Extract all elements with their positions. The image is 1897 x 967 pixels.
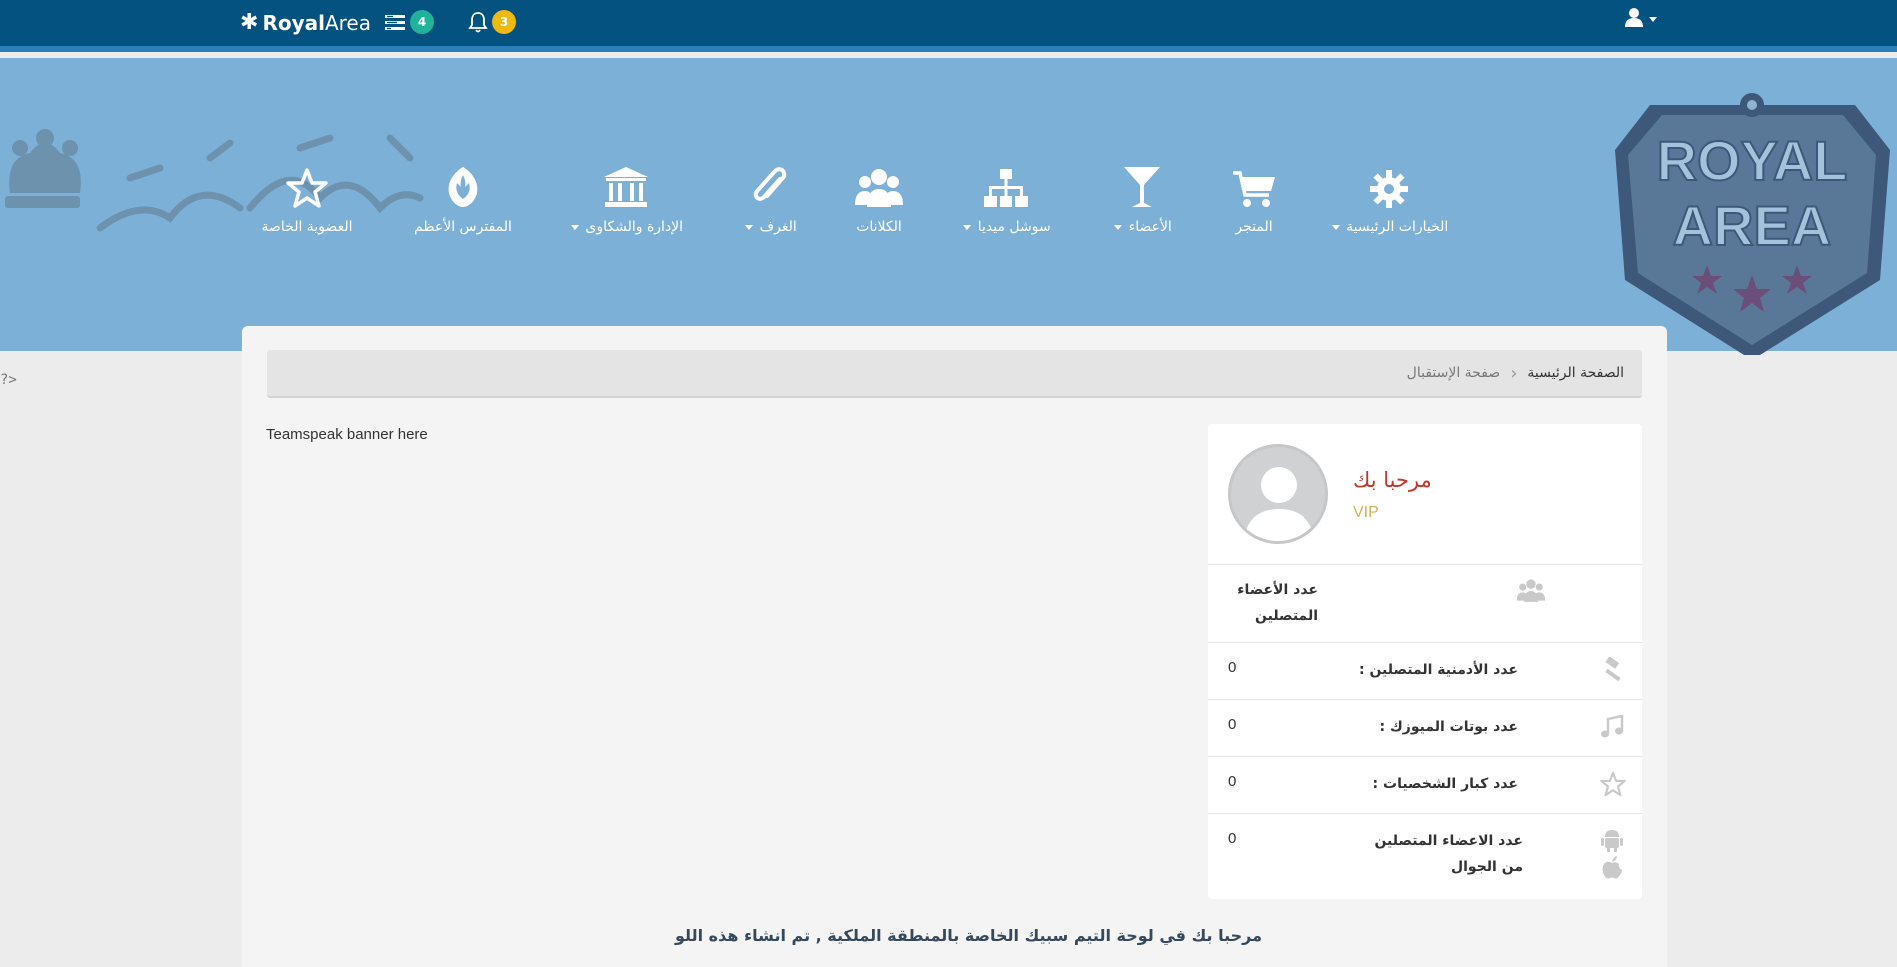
nav-label: الأعضاء [1128, 219, 1172, 235]
bank-icon [556, 163, 696, 209]
avatar [1228, 444, 1328, 544]
sitemap-icon [936, 163, 1076, 209]
star-icon [237, 163, 377, 209]
chevron-down-icon [1331, 224, 1340, 230]
main-container: الصفحة الرئيسية ‹ صفحة الإستقبال Teamspe… [242, 326, 1667, 967]
gavel-icon [1600, 656, 1626, 687]
page-marker: ?> [0, 372, 17, 388]
nav-label: الغرف [759, 219, 797, 235]
nav-item-clans[interactable]: الكلانات [809, 163, 949, 235]
chevron-down-icon [1649, 16, 1657, 22]
teamspeak-banner-placeholder: Teamspeak banner here [266, 426, 428, 443]
stat-value: 0 [1228, 716, 1237, 733]
stat-label: عدد الأدمنية المتصلين : [1358, 662, 1518, 678]
nav-label: سوشل ميديا [977, 219, 1051, 235]
breadcrumb-current: صفحة الإستقبال [1406, 365, 1501, 381]
chevron-left-icon: ‹ [1510, 362, 1518, 384]
user-rank: VIP [1353, 504, 1379, 521]
chevron-down-icon [1114, 224, 1123, 230]
stat-value: 0 [1228, 830, 1237, 847]
logo-text-line1: ROYAL [1657, 129, 1848, 192]
welcome-heading: مرحبا بك [1353, 468, 1432, 492]
rebel-icon [393, 163, 533, 209]
gear-icon [1319, 163, 1459, 209]
stat-row-vips: عدد كبار الشخصيات : 0 [1208, 756, 1642, 813]
profile-stats-panel: مرحبا بك VIP عدد الأعضاء المتصلين عدد ال… [1208, 424, 1642, 899]
nav-item-special-membership[interactable]: العضوية الخاصة [237, 163, 377, 235]
nav-label: المتجر [1235, 219, 1273, 235]
nav-item-social-media[interactable]: سوشل ميديا [936, 163, 1076, 235]
notifications-menu[interactable]: 3 [468, 10, 516, 34]
nav-item-main-options[interactable]: الخيارات الرئيسية [1319, 163, 1459, 235]
notifications-badge: 3 [492, 10, 516, 34]
welcome-message: مرحبا بك في لوحة التيم سبيك الخاصة بالمن… [675, 926, 1262, 945]
stat-row-admins: عدد الأدمنية المتصلين : 0 [1208, 642, 1642, 699]
star-outline-icon [1600, 771, 1626, 801]
logo-text-line2: AREA [1673, 194, 1832, 257]
stat-label: عدد الأعضاء المتصلين [1237, 582, 1318, 624]
stat-label: عدد كبار الشخصيات : [1372, 776, 1518, 792]
tasks-badge: 4 [410, 10, 434, 34]
stat-row-mobile-members: عدد الاعضاء المتصلين من الجوال 0 [1208, 813, 1642, 899]
nav-item-admin-complaints[interactable]: الإدارة والشكاوى [556, 163, 696, 235]
brand-name-regular: Area [324, 10, 371, 35]
music-icon [1600, 714, 1624, 744]
asterisk-icon: ✱ [240, 10, 259, 35]
top-navbar: ✱ Royal Area 4 3 [0, 0, 1897, 52]
brand-name-bold: Royal [262, 10, 325, 35]
breadcrumb: الصفحة الرئيسية ‹ صفحة الإستقبال [267, 350, 1642, 398]
stat-value: 0 [1228, 773, 1237, 790]
stat-label: عدد الاعضاء المتصلين من الجوال [1374, 833, 1523, 875]
nav-item-store[interactable]: المتجر [1184, 163, 1324, 235]
bell-icon [468, 11, 488, 33]
stat-row-music-bots: عدد بوتات الميوزك : 0 [1208, 699, 1642, 756]
android-icon [1601, 828, 1623, 856]
users-icon [1516, 577, 1546, 607]
stat-row-online-members: عدد الأعضاء المتصلين [1208, 564, 1642, 642]
tasks-menu[interactable]: 4 [384, 10, 434, 34]
users-icon [809, 163, 949, 209]
apple-icon [1601, 856, 1623, 884]
user-menu[interactable] [1625, 7, 1659, 31]
chevron-down-icon [745, 224, 754, 230]
breadcrumb-home-link[interactable]: الصفحة الرئيسية [1527, 365, 1624, 381]
tasks-icon [384, 13, 406, 31]
nav-label: الإدارة والشكاوى [585, 219, 684, 235]
stat-label: عدد بوتات الميوزك : [1379, 719, 1519, 735]
nav-label: المفترس الأعظم [414, 219, 512, 235]
nav-label: العضوية الخاصة [261, 219, 353, 235]
nav-label: الخيارات الرئيسية [1346, 219, 1449, 235]
nav-label: الكلانات [856, 219, 902, 235]
cart-icon [1184, 163, 1324, 209]
user-icon [1625, 7, 1643, 31]
royal-area-shield-logo: ROYAL AREA [1615, 93, 1890, 355]
nav-item-greatest-predator[interactable]: المفترس الأعظم [393, 163, 533, 235]
chevron-down-icon [570, 224, 579, 230]
brand-logo[interactable]: ✱ Royal Area [240, 10, 371, 35]
stat-value: 0 [1228, 659, 1237, 676]
chevron-down-icon [963, 224, 972, 230]
